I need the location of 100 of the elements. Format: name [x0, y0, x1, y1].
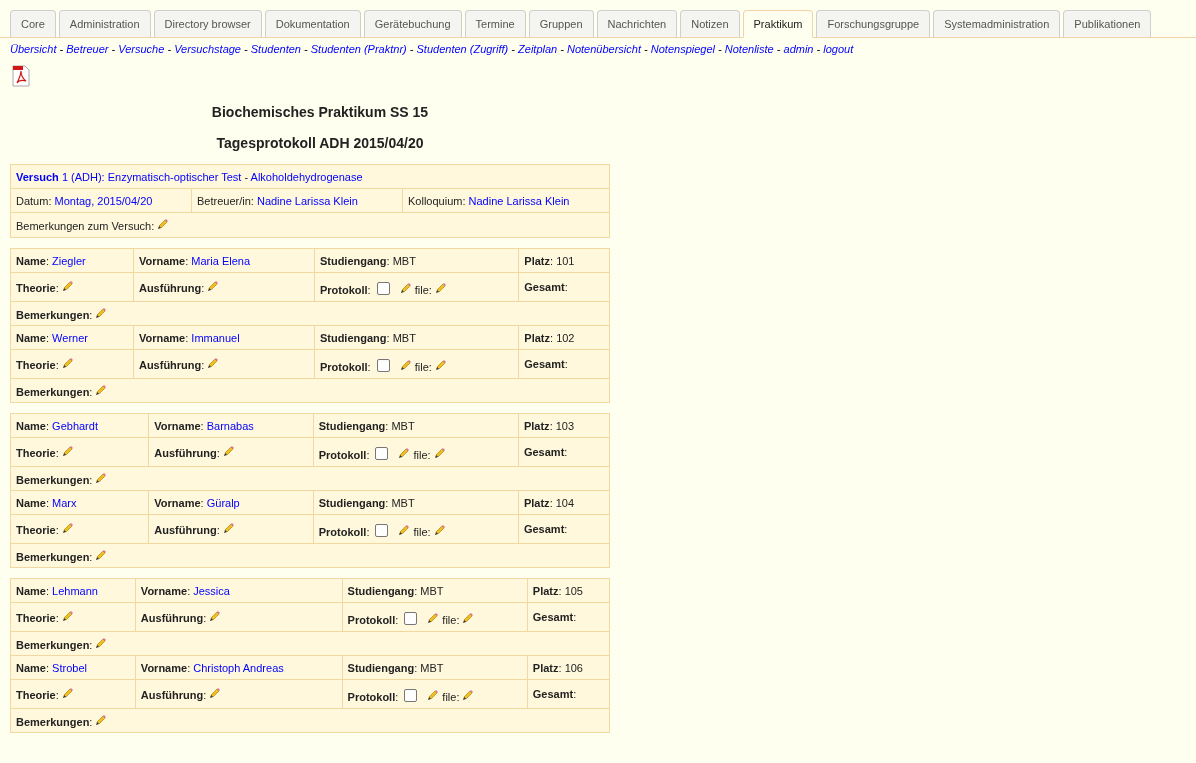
pencil-icon[interactable]	[434, 282, 447, 294]
nav-tab[interactable]: Core	[10, 10, 56, 38]
field-label: Theorie:	[16, 524, 59, 536]
pencil-icon[interactable]	[95, 383, 108, 396]
nav-link[interactable]: Studenten (Zugriff)	[416, 43, 509, 55]
field-label: Gesamt:	[532, 688, 577, 700]
pencil-icon[interactable]	[433, 447, 446, 459]
nav-link[interactable]: logout	[823, 43, 854, 55]
nav-tab[interactable]: Termine	[464, 10, 526, 38]
nav-tab[interactable]: Publikationen	[1063, 10, 1152, 38]
nav-link[interactable]: admin	[783, 43, 814, 55]
pencil-icon[interactable]	[222, 522, 235, 534]
pencil-icon[interactable]	[427, 689, 440, 701]
nav-tab[interactable]: Nachrichten	[596, 10, 678, 38]
first-name-link[interactable]: Jessica	[193, 584, 230, 597]
first-name-link[interactable]: Immanuel	[191, 331, 240, 344]
file-label: file:	[413, 449, 431, 461]
pencil-icon[interactable]	[222, 445, 235, 457]
pencil-icon[interactable]	[61, 610, 74, 622]
field-label: Bemerkungen zum Versuch:	[16, 220, 155, 232]
protokoll-checkbox[interactable]	[376, 282, 390, 295]
field-label: Platz:	[524, 254, 554, 267]
pencil-icon[interactable]	[61, 687, 74, 699]
field-value: MBT	[391, 496, 415, 509]
pencil-icon[interactable]	[61, 280, 74, 292]
pencil-icon[interactable]	[398, 524, 411, 536]
first-name-link[interactable]: Christoph Andreas	[193, 661, 284, 674]
student-name-link[interactable]: Ziegler	[52, 254, 86, 267]
pencil-icon[interactable]	[61, 445, 74, 457]
field-label: Studiengang:	[318, 496, 389, 509]
field-label: Bemerkungen:	[16, 308, 93, 321]
pencil-icon[interactable]	[207, 357, 220, 369]
nav-tab[interactable]: Praktikum	[742, 10, 814, 38]
pencil-icon[interactable]	[61, 357, 74, 369]
nav-link[interactable]: Notenliste	[724, 43, 774, 55]
nav-link[interactable]: Studenten	[250, 43, 301, 55]
pencil-icon[interactable]	[95, 713, 108, 726]
pencil-icon[interactable]	[61, 522, 74, 534]
nav-link[interactable]: Übersicht	[10, 43, 57, 55]
student-name-link[interactable]: Strobel	[52, 661, 87, 674]
student-name-link[interactable]: Marx	[52, 496, 77, 509]
versuch-name-link[interactable]: Alkoholdehydrogenase	[250, 170, 363, 183]
versuch-number-link[interactable]: 1 (ADH): Enzymatisch-optischer Test	[61, 170, 242, 183]
page-title: Biochemisches Praktikum SS 15	[210, 103, 430, 122]
colloquium-link[interactable]: Nadine Larissa Klein	[468, 194, 570, 207]
first-name-link[interactable]: Güralp	[206, 496, 240, 509]
field-label: Platz:	[523, 496, 553, 509]
versuch-link[interactable]: Versuch	[16, 170, 59, 183]
nav-tab[interactable]: Gruppen	[528, 10, 594, 38]
pencil-icon[interactable]	[427, 612, 440, 624]
field-label: Ausführung:	[154, 524, 220, 536]
supervisor-link[interactable]: Nadine Larissa Klein	[256, 194, 358, 207]
nav-tab[interactable]: Gerätebuchung	[363, 10, 462, 38]
pencil-icon[interactable]	[95, 636, 108, 649]
protokoll-checkbox[interactable]	[404, 689, 418, 702]
nav-link[interactable]: Zeitplan	[518, 43, 558, 55]
pencil-icon[interactable]	[398, 447, 411, 459]
student-name-link[interactable]: Lehmann	[52, 584, 98, 597]
date-link[interactable]: Montag, 2015/04/20	[54, 194, 153, 207]
pencil-icon[interactable]	[207, 280, 220, 292]
pencil-icon[interactable]	[209, 687, 222, 699]
pencil-icon[interactable]	[462, 612, 475, 624]
nav-link[interactable]: Betreuer	[66, 43, 109, 55]
field-label: Ausführung:	[140, 689, 207, 701]
protokoll-checkbox[interactable]	[375, 524, 389, 537]
nav-link[interactable]: Versuche	[118, 43, 165, 55]
field-label: Vorname:	[154, 496, 204, 509]
pencil-icon[interactable]	[434, 359, 447, 371]
student-name-link[interactable]: Gebhardt	[52, 419, 98, 432]
pencil-icon[interactable]	[157, 218, 170, 230]
pencil-icon[interactable]	[399, 359, 412, 371]
nav-link[interactable]: Notenspiegel	[650, 43, 715, 55]
first-name-link[interactable]: Maria Elena	[191, 254, 251, 267]
nav-tab[interactable]: Forschungsgruppe	[816, 10, 931, 38]
pencil-icon[interactable]	[399, 282, 412, 294]
nav-tab[interactable]: Dokumentation	[264, 10, 361, 38]
student-name-link[interactable]: Werner	[52, 331, 88, 344]
field-label: Vorname:	[138, 254, 189, 267]
protokoll-checkbox[interactable]	[404, 612, 418, 625]
pencil-icon[interactable]	[95, 306, 108, 319]
nav-tab[interactable]: Administration	[58, 10, 151, 38]
protokoll-checkbox[interactable]	[375, 447, 389, 460]
pencil-icon[interactable]	[433, 524, 446, 536]
field-label: Platz:	[532, 584, 562, 597]
nav-link[interactable]: Versuchstage	[174, 43, 241, 55]
field-label: Gesamt:	[532, 611, 577, 623]
pdf-icon[interactable]	[12, 65, 30, 87]
field-label: Platz:	[524, 331, 554, 344]
nav-link[interactable]: Notenübersicht	[567, 43, 641, 55]
pencil-icon[interactable]	[95, 471, 108, 484]
field-label: Vorname:	[154, 419, 204, 432]
nav-tab[interactable]: Notizen	[680, 10, 740, 38]
protokoll-checkbox[interactable]	[376, 359, 390, 372]
first-name-link[interactable]: Barnabas	[206, 419, 254, 432]
pencil-icon[interactable]	[209, 610, 222, 622]
pencil-icon[interactable]	[95, 548, 108, 561]
nav-link[interactable]: Studenten (Praktnr)	[310, 43, 407, 55]
pencil-icon[interactable]	[462, 689, 475, 701]
nav-tab[interactable]: Systemadministration	[933, 10, 1061, 38]
nav-tab[interactable]: Directory browser	[153, 10, 262, 38]
